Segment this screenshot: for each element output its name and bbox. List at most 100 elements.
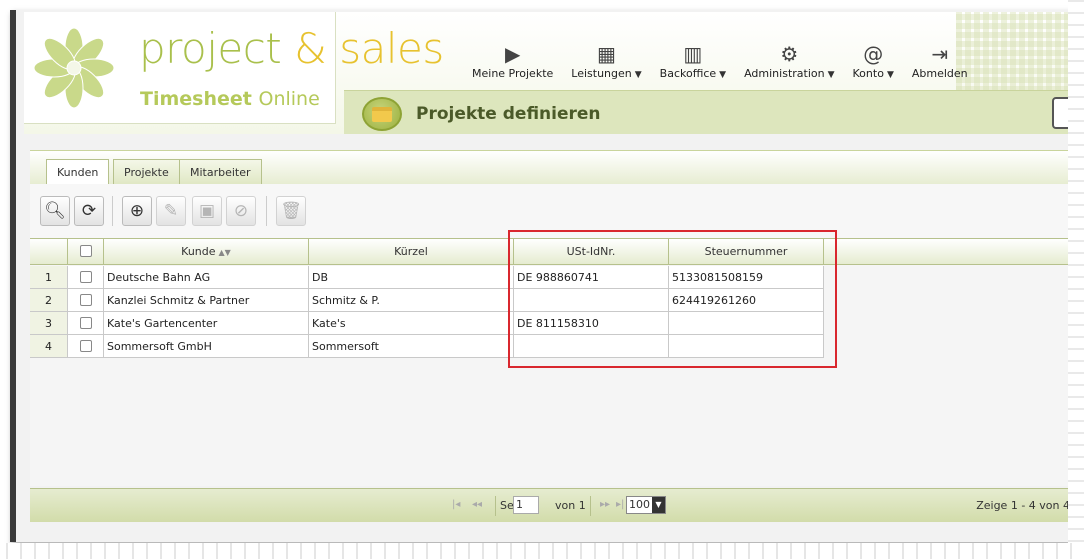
nav-label-text: Backoffice (659, 67, 717, 80)
row-select (68, 312, 104, 335)
cell-kuerzel[interactable]: Kate's (309, 312, 514, 335)
cell-kunde[interactable]: Deutsche Bahn AG (104, 266, 309, 289)
tab-projekte[interactable]: Projekte (113, 159, 180, 185)
table-row[interactable]: 4 Sommersoft GmbH Sommersoft (30, 335, 824, 358)
cancel-button[interactable]: ⊘ (226, 196, 256, 226)
app-window: project & sales Timesheet Online ▶ Meine … (10, 10, 1070, 542)
edit-icon: ✎ (163, 201, 179, 221)
binders-icon: ▥ (683, 42, 703, 66)
cell-kuerzel[interactable]: DB (309, 266, 514, 289)
nav-label: Leistungen ▼ (571, 67, 641, 80)
header-select-all (68, 239, 104, 265)
pager-separator (495, 496, 496, 516)
nav-item-abmelden[interactable]: ⇥ Abmelden (912, 24, 968, 80)
records-summary: Zeige 1 - 4 von 4 (976, 499, 1070, 512)
cell-ust-idnr[interactable]: DE 988860741 (514, 266, 669, 289)
nav-label: Administration ▼ (744, 67, 834, 80)
row-checkbox[interactable] (79, 271, 92, 283)
row-number[interactable]: 2 (30, 289, 68, 312)
trash-icon: 🗑︎ (280, 201, 302, 221)
row-select (68, 289, 104, 312)
nav-item-backoffice[interactable]: ▥ Backoffice ▼ (660, 24, 726, 80)
cell-kunde[interactable]: Sommersoft GmbH (104, 335, 309, 358)
row-select (68, 266, 104, 289)
chevron-down-icon: ▼ (652, 497, 665, 513)
cell-steuernummer[interactable]: 5133081508159 (669, 266, 824, 289)
table-row[interactable]: 3 Kate's Gartencenter Kate's DE 811158310 (30, 312, 824, 335)
brand-sub-light: Online (258, 88, 320, 110)
cell-kuerzel[interactable]: Sommersoft (309, 335, 514, 358)
flower-logo-icon (34, 28, 114, 108)
nav-item-meine-projekte[interactable]: ▶ Meine Projekte (472, 24, 553, 80)
header-kunde[interactable]: Kunde ▲▼ (104, 239, 309, 265)
first-page-icon[interactable]: |◂ (452, 499, 460, 510)
cell-ust-idnr[interactable] (514, 335, 669, 358)
customer-grid: Kunde ▲▼ Kürzel USt-IdNr. Steuernummer 1 D… (30, 238, 1070, 486)
row-checkbox[interactable] (79, 317, 92, 329)
header-ust-idnr[interactable]: USt-IdNr. (514, 239, 669, 265)
page-number-input[interactable]: 1 (513, 496, 539, 514)
cell-kunde[interactable]: Kanzlei Schmitz & Partner (104, 289, 309, 312)
rows-per-page-select[interactable]: 100 ▼ (626, 496, 666, 514)
cell-kunde[interactable]: Kate's Gartencenter (104, 312, 309, 335)
toolbar-separator (112, 196, 113, 226)
page-count: von 1 (555, 499, 586, 512)
desk-icon: ▦ (597, 42, 616, 66)
nav-label: Konto ▼ (853, 67, 894, 80)
search-button[interactable]: 🔍︎ (40, 196, 70, 226)
cell-ust-idnr[interactable]: DE 811158310 (514, 312, 669, 335)
toolbar: 🔍︎ ⟳ ⊕ ✎ ▣ ⊘ 🗑︎ (30, 184, 1070, 238)
folder-icon (362, 97, 402, 131)
row-number[interactable]: 4 (30, 335, 68, 358)
select-all-checkbox[interactable] (79, 245, 92, 257)
delete-button[interactable]: 🗑︎ (276, 196, 306, 226)
prev-page-icon[interactable]: ◂◂ (472, 499, 482, 510)
row-checkbox[interactable] (79, 294, 92, 306)
save-icon: ▣ (198, 201, 216, 221)
header-steuernummer[interactable]: Steuernummer (669, 239, 824, 265)
top-navigation: ▶ Meine Projekte ▦ Leistungen ▼ ▥ Backoffice ▼ ⚙… (472, 24, 968, 84)
nav-label-text: Administration (744, 67, 825, 80)
header-kuerzel[interactable]: Kürzel (309, 239, 514, 265)
cell-steuernummer[interactable]: 624419261260 (669, 289, 824, 312)
row-number[interactable]: 1 (30, 266, 68, 289)
cell-steuernummer[interactable] (669, 312, 824, 335)
search-icon: 🔍︎ (44, 201, 66, 221)
row-number[interactable]: 3 (30, 312, 68, 335)
row-select (68, 335, 104, 358)
torn-edge-right (1068, 0, 1084, 559)
nav-label: Backoffice ▼ (660, 67, 726, 80)
tab-kunden[interactable]: Kunden (46, 159, 110, 186)
nav-label: Abmelden (912, 67, 968, 80)
tab-mitarbeiter[interactable]: Mitarbeiter (179, 159, 262, 185)
cell-ust-idnr[interactable] (514, 289, 669, 312)
nav-item-konto[interactable]: @ Konto ▼ (853, 24, 894, 80)
rows-per-page-value: 100 (629, 498, 650, 511)
header-rownum (30, 239, 68, 265)
nav-item-administration[interactable]: ⚙ Administration ▼ (744, 24, 834, 80)
chevron-down-icon: ▼ (634, 70, 642, 80)
chevron-down-icon: ▼ (719, 70, 727, 80)
brand-subtitle: Timesheet Online (140, 88, 320, 110)
nav-item-leistungen[interactable]: ▦ Leistungen ▼ (571, 24, 641, 80)
cell-kuerzel[interactable]: Schmitz & P. (309, 289, 514, 312)
decorative-tiles (956, 12, 1070, 92)
add-button[interactable]: ⊕ (122, 196, 152, 226)
cell-steuernummer[interactable] (669, 335, 824, 358)
table-row[interactable]: 1 Deutsche Bahn AG DB DE 988860741 513308150… (30, 266, 824, 289)
table-row[interactable]: 2 Kanzlei Schmitz & Partner Schmitz & P. 62… (30, 289, 824, 312)
page-title-bar: Projekte definieren (344, 90, 1070, 134)
row-checkbox[interactable] (79, 340, 92, 352)
pager: |◂ ◂◂ Seite 1 von 1 ▸▸ ▸| 100 ▼ Zeige 1 … (30, 488, 1070, 522)
last-page-icon[interactable]: ▸| (616, 499, 624, 510)
logout-icon: ⇥ (931, 42, 949, 66)
toolbar-separator (266, 196, 267, 226)
refresh-button[interactable]: ⟳ (74, 196, 104, 226)
brand-title: project & sales (139, 24, 444, 73)
edit-button[interactable]: ✎ (156, 196, 186, 226)
next-page-icon[interactable]: ▸▸ (600, 499, 610, 510)
page-title: Projekte definieren (416, 104, 601, 124)
at-icon: @ (863, 42, 884, 66)
save-button[interactable]: ▣ (192, 196, 222, 226)
chevron-down-icon: ▼ (886, 70, 894, 80)
